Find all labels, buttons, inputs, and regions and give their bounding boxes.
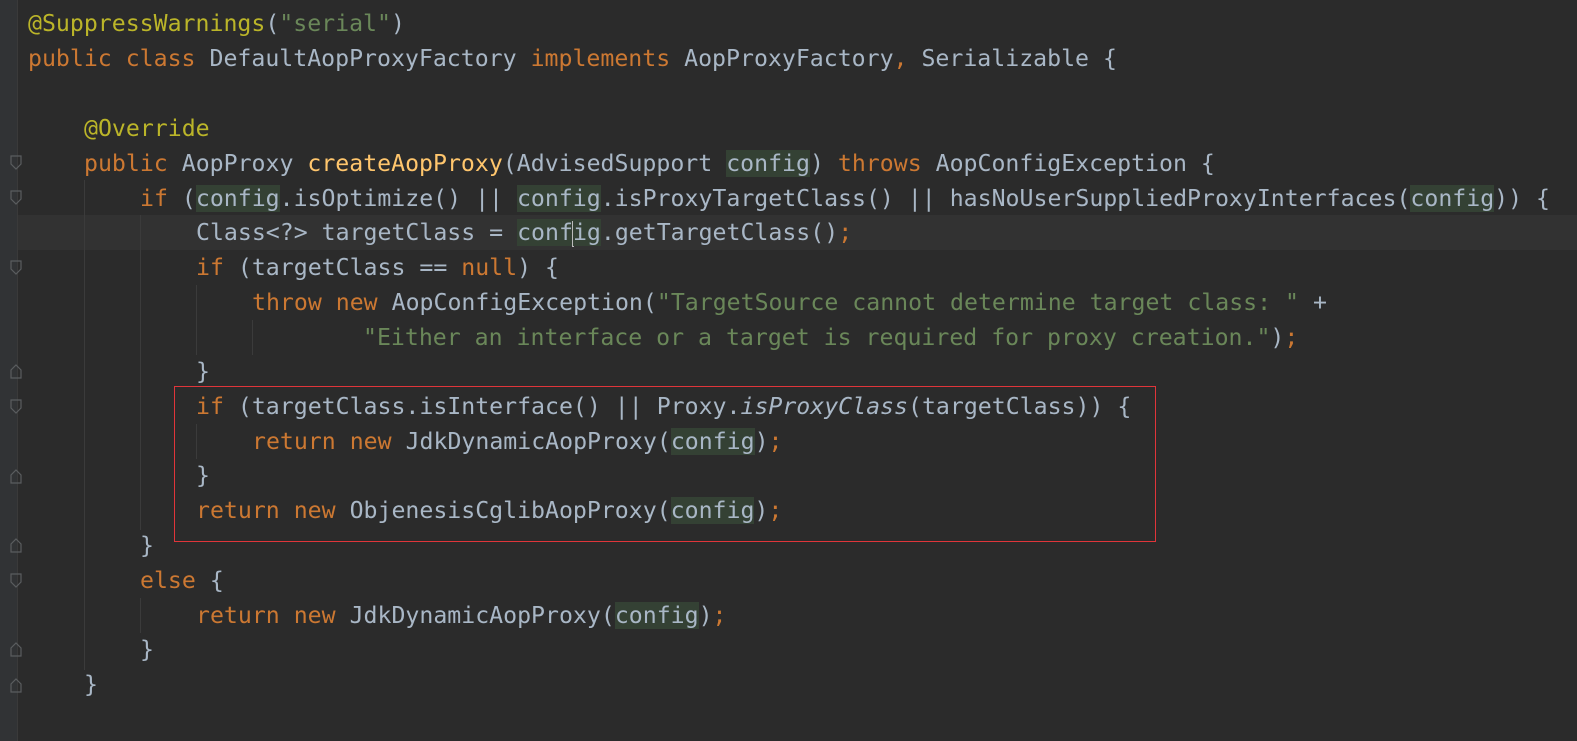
fold-open-icon[interactable] <box>10 399 22 415</box>
keyword-token: implements <box>530 45 685 72</box>
keyword-token: null <box>461 254 518 281</box>
parameter-type-token: (AdvisedSupport <box>502 150 727 177</box>
fold-open-icon[interactable] <box>10 155 22 171</box>
punctuation-token: ) <box>1270 324 1285 351</box>
keyword-token: public <box>84 150 182 177</box>
code-token: (targetClass == <box>237 254 462 281</box>
fold-open-icon[interactable] <box>10 260 22 276</box>
code-line[interactable]: } <box>140 632 154 667</box>
punctuation-token: , <box>893 45 922 72</box>
highlight-annotation-box <box>174 386 1156 542</box>
code-editor[interactable]: @SuppressWarnings("serial") public class… <box>0 0 1577 741</box>
keyword-token: return new <box>196 602 350 629</box>
code-token: AopConfigException( <box>391 289 657 316</box>
code-token: .isProxyTargetClass() || hasNoUserSuppli… <box>600 185 1411 212</box>
keyword-token: throws <box>837 150 936 177</box>
fold-close-icon[interactable] <box>10 468 22 484</box>
code-line[interactable]: return new JdkDynamicAopProxy(config); <box>196 598 727 633</box>
code-line[interactable]: "Either an interface or a target is requ… <box>363 320 1298 355</box>
keyword-token: public class <box>28 45 210 72</box>
fold-close-icon[interactable] <box>10 641 22 657</box>
code-line[interactable]: else { <box>140 563 224 598</box>
punctuation-token: )) { <box>1494 185 1551 212</box>
code-line[interactable]: public class DefaultAopProxyFactory impl… <box>28 41 1117 76</box>
code-token: .isOptimize() || <box>279 185 517 212</box>
code-line[interactable]: public AopProxy createAopProxy(AdvisedSu… <box>84 146 1215 181</box>
fold-close-icon[interactable] <box>10 677 22 693</box>
punctuation-token: ) { <box>517 254 559 281</box>
keyword-token: if <box>196 254 238 281</box>
fold-close-icon[interactable] <box>10 537 22 553</box>
semicolon-token: ; <box>712 602 727 629</box>
indent-guide <box>252 320 253 355</box>
config-usage-token: config <box>726 150 810 177</box>
brace-token: { <box>209 567 224 594</box>
type-token: AopConfigException { <box>935 150 1215 177</box>
type-token: Serializable { <box>921 45 1117 72</box>
code-line[interactable]: @Override <box>84 111 210 146</box>
keyword-token: else <box>140 567 210 594</box>
config-usage-token: config <box>195 185 280 212</box>
code-line[interactable]: Class<?> targetClass = config.getTargetC… <box>196 215 852 250</box>
brace-token: } <box>140 636 154 663</box>
annotation-token: @Override <box>84 115 210 142</box>
config-usage-token: ig <box>572 219 601 246</box>
fold-close-icon[interactable] <box>10 363 22 379</box>
code-token: .getTargetClass() <box>600 219 839 246</box>
string-token: "Either an interface or a target is requ… <box>363 324 1271 351</box>
indent-guide <box>196 285 197 355</box>
indent-guide <box>140 598 141 633</box>
code-line[interactable]: } <box>196 354 210 389</box>
punctuation-token: ) <box>698 602 713 629</box>
config-usage-token: config <box>1410 185 1495 212</box>
semicolon-token: ; <box>1284 324 1299 351</box>
type-token: AopProxy <box>181 150 308 177</box>
code-line[interactable]: } <box>84 667 98 702</box>
method-name-token: createAopProxy <box>307 150 503 177</box>
code-line[interactable]: throw new AopConfigException("TargetSour… <box>252 285 1327 320</box>
class-name-token: DefaultAopProxyFactory <box>209 45 531 72</box>
keyword-token: if <box>140 185 182 212</box>
code-token: JdkDynamicAopProxy( <box>349 602 615 629</box>
indent-guide <box>84 180 85 670</box>
brace-token: } <box>140 532 154 559</box>
keyword-token: throw new <box>252 289 392 316</box>
operator-token: + <box>1312 289 1327 316</box>
indent-guide <box>140 215 141 530</box>
punctuation-token: ) <box>809 150 838 177</box>
code-line[interactable]: if (targetClass == null) { <box>196 250 559 285</box>
type-token: AopProxyFactory <box>684 45 894 72</box>
config-usage-token: config <box>516 185 601 212</box>
punctuation-token: ( <box>265 10 280 37</box>
config-usage-token: config <box>614 602 699 629</box>
brace-token: } <box>196 358 210 385</box>
fold-open-icon[interactable] <box>10 573 22 589</box>
code-line[interactable]: } <box>140 528 154 563</box>
brace-token: } <box>84 671 98 698</box>
string-token: "TargetSource cannot determine target cl… <box>656 289 1313 316</box>
annotation-token: @SuppressWarnings <box>28 10 266 37</box>
string-token: "serial" <box>279 10 391 37</box>
code-token: Class<?> targetClass = <box>196 219 518 246</box>
config-usage-token: conf <box>517 219 573 246</box>
punctuation-token: ) <box>390 10 405 37</box>
code-line[interactable]: @SuppressWarnings("serial") <box>28 6 405 41</box>
fold-open-icon[interactable] <box>10 190 22 206</box>
code-line[interactable]: if (config.isOptimize() || config.isProx… <box>140 181 1550 216</box>
semicolon-token: ; <box>838 219 853 246</box>
punctuation-token: ( <box>181 185 196 212</box>
